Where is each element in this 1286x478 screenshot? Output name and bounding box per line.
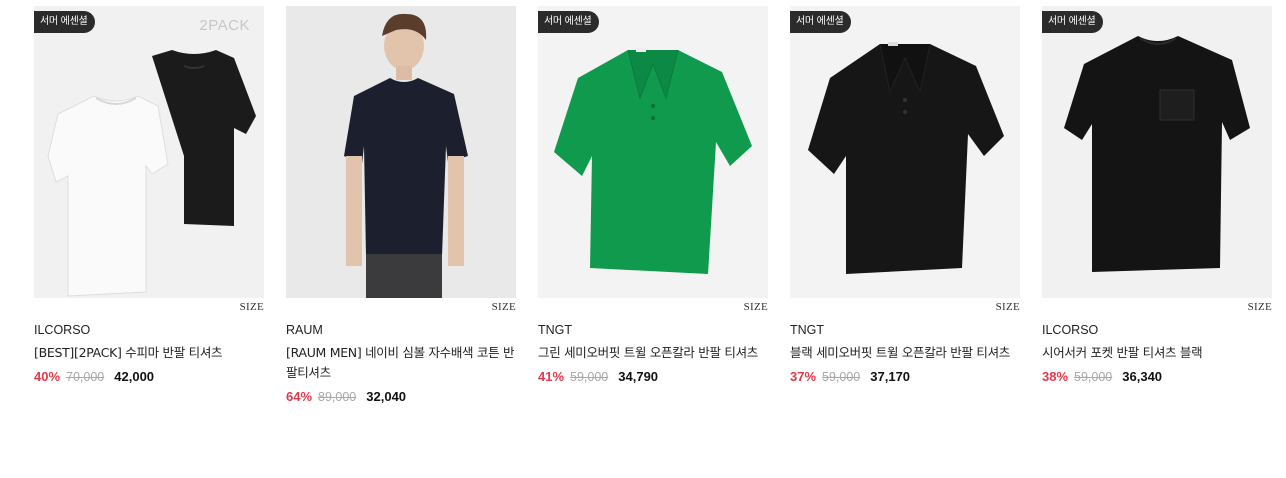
product-card[interactable]: 서머 에센셜 SIZE ILCORSO 시어서커 포켓 반팔 티셔츠 블랙 38…: [1042, 6, 1272, 404]
sale-price: 34,790: [618, 369, 659, 384]
product-image[interactable]: 서머 에센셜: [538, 6, 768, 298]
price-row: 40% 70,000 42,000: [34, 369, 264, 384]
brand-name[interactable]: ILCORSO: [34, 323, 264, 337]
size-link[interactable]: SIZE: [790, 301, 1020, 315]
product-image[interactable]: 서머 에센셜: [790, 6, 1020, 298]
product-name[interactable]: [RAUM MEN] 네이비 심볼 자수배색 코튼 반팔티셔츠: [286, 343, 516, 383]
price-row: 64% 89,000 32,040: [286, 389, 516, 404]
size-link[interactable]: SIZE: [538, 301, 768, 315]
promo-badge: 서머 에센셜: [538, 11, 600, 33]
product-grid: 서머 에센셜 2PACK SIZE ILCORSO [BEST][2PACK] …: [34, 6, 1272, 404]
product-card[interactable]: 서머 에센셜 SIZE TNGT 블랙 세미오버핏 트윌 오픈칼라 반팔 티셔츠…: [790, 6, 1020, 404]
sale-price: 36,340: [1122, 369, 1163, 384]
product-name[interactable]: 그린 세미오버핏 트윌 오픈칼라 반팔 티셔츠: [538, 343, 768, 363]
size-link[interactable]: SIZE: [286, 301, 516, 315]
sale-price: 37,170: [870, 369, 911, 384]
discount-rate: 40%: [34, 369, 61, 384]
brand-name[interactable]: ILCORSO: [1042, 323, 1272, 337]
product-image[interactable]: 서머 에센셜 2PACK: [34, 6, 264, 298]
promo-badge: 서머 에센셜: [1042, 11, 1104, 33]
original-price: 89,000: [318, 390, 357, 404]
price-row: 41% 59,000 34,790: [538, 369, 768, 384]
discount-rate: 37%: [790, 369, 817, 384]
size-link[interactable]: SIZE: [1042, 301, 1272, 315]
product-name[interactable]: 블랙 세미오버핏 트윌 오픈칼라 반팔 티셔츠: [790, 343, 1020, 363]
product-name[interactable]: 시어서커 포켓 반팔 티셔츠 블랙: [1042, 343, 1272, 363]
product-image[interactable]: 서머 에센셜: [1042, 6, 1272, 298]
original-price: 59,000: [1074, 370, 1113, 384]
brand-name[interactable]: TNGT: [790, 323, 1020, 337]
product-image[interactable]: [286, 6, 516, 298]
original-price: 59,000: [822, 370, 861, 384]
product-card[interactable]: 서머 에센셜 2PACK SIZE ILCORSO [BEST][2PACK] …: [34, 6, 264, 404]
promo-badge: 서머 에센셜: [790, 11, 852, 33]
product-name[interactable]: [BEST][2PACK] 수피마 반팔 티셔츠: [34, 343, 264, 363]
sale-price: 42,000: [114, 369, 155, 384]
original-price: 70,000: [66, 370, 105, 384]
size-link[interactable]: SIZE: [34, 301, 264, 315]
product-card[interactable]: 서머 에센셜 SIZE TNGT 그린 세미오버핏 트윌 오픈칼라 반팔 티셔츠…: [538, 6, 768, 404]
product-card[interactable]: SIZE RAUM [RAUM MEN] 네이비 심볼 자수배색 코튼 반팔티셔…: [286, 6, 516, 404]
discount-rate: 64%: [286, 389, 313, 404]
sale-price: 32,040: [366, 389, 407, 404]
brand-name[interactable]: TNGT: [538, 323, 768, 337]
original-price: 59,000: [570, 370, 609, 384]
promo-badge: 서머 에센셜: [34, 11, 96, 33]
pack-label: 2PACK: [199, 17, 250, 34]
discount-rate: 38%: [1042, 369, 1069, 384]
discount-rate: 41%: [538, 369, 565, 384]
price-row: 38% 59,000 36,340: [1042, 369, 1272, 384]
price-row: 37% 59,000 37,170: [790, 369, 1020, 384]
brand-name[interactable]: RAUM: [286, 323, 516, 337]
